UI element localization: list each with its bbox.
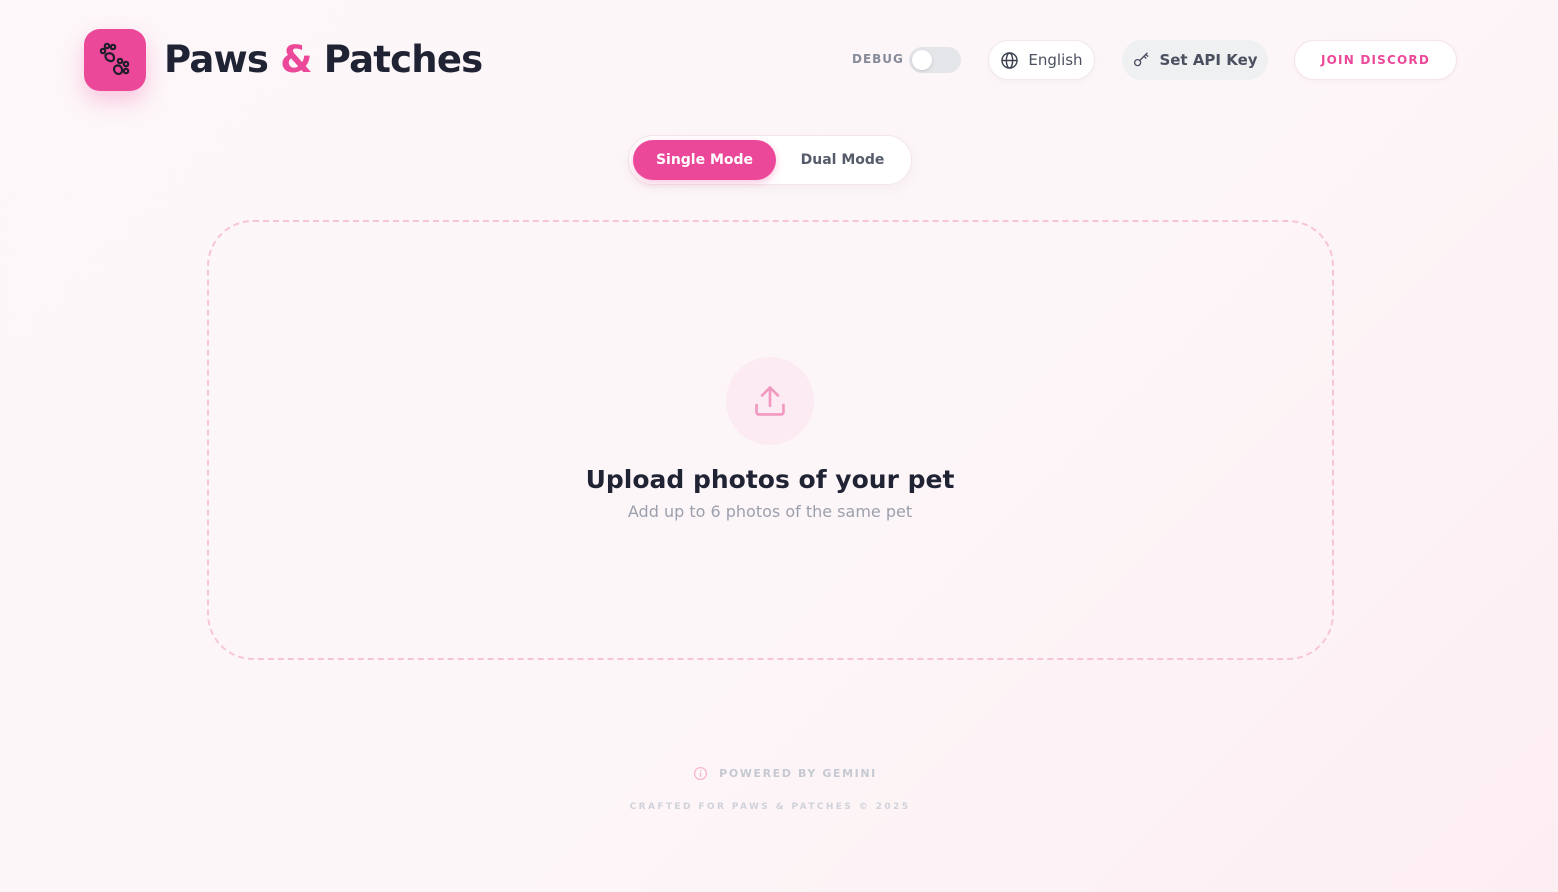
dual-mode-button[interactable]: Dual Mode [776, 140, 909, 180]
brand-word-paws: Paws [164, 38, 269, 81]
single-mode-button[interactable]: Single Mode [633, 140, 776, 180]
join-discord-label: JOIN DISCORD [1320, 53, 1431, 67]
set-api-key-label: Set API Key [1159, 51, 1258, 69]
app-title: Paws & Patches [164, 38, 483, 82]
paw-prints-icon [99, 42, 130, 76]
brand-ampersand: & [280, 38, 312, 81]
copyright-text: CRAFTED FOR PAWS & PATCHES © 2025 [629, 802, 911, 812]
powered-by-label: POWERED BY GEMINI [719, 767, 877, 780]
upload-subtitle: Add up to 6 photos of the same pet [627, 502, 913, 521]
key-icon [1134, 52, 1149, 67]
join-discord-button[interactable]: JOIN DISCORD [1294, 40, 1457, 80]
debug-toggle[interactable] [909, 47, 961, 73]
set-api-key-button[interactable]: Set API Key [1122, 40, 1268, 80]
language-selector-button[interactable]: English [988, 40, 1095, 80]
powered-by: POWERED BY GEMINI [0, 766, 1558, 781]
brand-word-patches: Patches [323, 38, 483, 81]
debug-label: DEBUG [852, 52, 904, 66]
language-label: English [1028, 51, 1083, 69]
upload-title: Upload photos of your pet [585, 465, 955, 494]
toggle-knob [912, 50, 932, 70]
upload-icon-circle [726, 357, 814, 445]
globe-icon [1001, 51, 1019, 69]
upload-icon [755, 386, 785, 416]
mode-switch: Single Mode Dual Mode [628, 135, 912, 185]
info-icon [694, 766, 708, 781]
app-logo [84, 29, 146, 91]
